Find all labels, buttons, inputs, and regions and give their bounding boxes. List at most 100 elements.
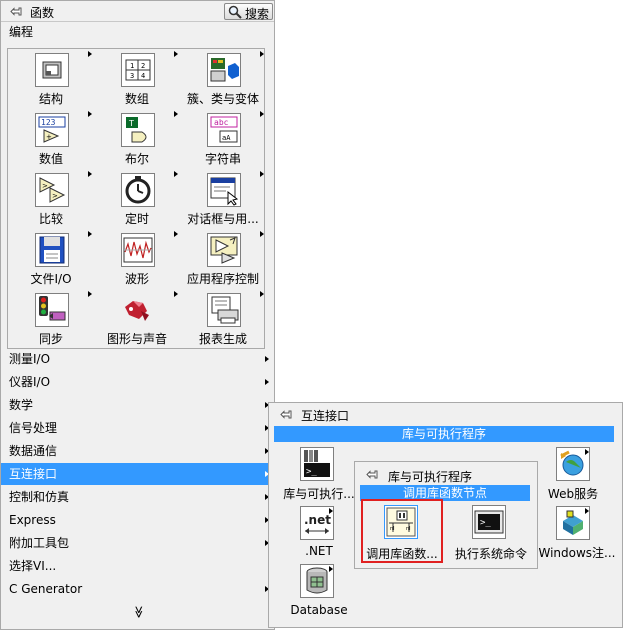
- system-exec-icon[interactable]: >_: [472, 505, 506, 539]
- call-library-function-icon[interactable]: nl nl: [384, 505, 418, 539]
- boolean-icon: T: [121, 113, 155, 147]
- submenu-arrow-icon: [585, 508, 589, 514]
- svg-text:4: 4: [141, 72, 145, 80]
- category-express[interactable]: Express: [1, 509, 274, 531]
- svg-text:.net: .net: [304, 513, 331, 527]
- palette-item-file-io[interactable]: 文件I/O: [8, 229, 94, 289]
- palette-item-comparison[interactable]: > > 比较: [8, 169, 94, 229]
- item-label: 对话框与用...: [187, 212, 259, 226]
- category-instrument-io[interactable]: 仪器I/O: [1, 371, 274, 393]
- synchronization-icon: [35, 293, 69, 327]
- pin-icon[interactable]: [279, 408, 292, 421]
- pin-icon[interactable]: [365, 468, 378, 481]
- palette-item-cluster-class-variant[interactable]: 簇、类与变体: [180, 49, 266, 109]
- submenu-arrow-icon: [88, 111, 92, 117]
- pin-icon[interactable]: [9, 5, 22, 18]
- item-label: 图形与声音: [106, 332, 167, 346]
- report-generation-icon: [207, 293, 241, 327]
- svg-text:abc: abc: [214, 118, 229, 127]
- submenu-arrow-icon: [260, 111, 264, 117]
- svg-text:aA: aA: [222, 134, 231, 142]
- palette-item-array[interactable]: 1234 数组: [94, 49, 180, 109]
- category-label: Express: [9, 513, 56, 527]
- category-programming[interactable]: 编程: [1, 21, 274, 43]
- search-label: 搜索: [245, 7, 270, 21]
- category-addons[interactable]: 附加工具包: [1, 532, 274, 554]
- submenu-arrow-icon: [174, 111, 178, 117]
- submenu-arrow-icon: [260, 171, 264, 177]
- palette-item-timing[interactable]: 定时: [94, 169, 180, 229]
- svg-text:1: 1: [130, 62, 134, 70]
- submenu-arrow-icon: [174, 231, 178, 237]
- item-label: 波形: [124, 272, 149, 286]
- libraries-executables-icon[interactable]: >_: [300, 447, 334, 481]
- category-label: C Generator: [9, 582, 83, 596]
- item-label: 文件I/O: [30, 272, 72, 286]
- submenu-arrow-icon: [88, 51, 92, 57]
- timing-icon: [121, 173, 155, 207]
- category-label: 选择VI...: [9, 559, 57, 573]
- svg-text:>: >: [42, 182, 48, 190]
- palette-item-waveform[interactable]: 波形: [94, 229, 180, 289]
- item-label: 数组: [124, 92, 149, 106]
- graphics-sound-icon: [121, 293, 155, 327]
- submenu-arrow-icon: [329, 566, 333, 572]
- submenu-arrow-icon: [260, 291, 264, 297]
- palette-title: 互连接口: [301, 409, 350, 423]
- palette-item-string[interactable]: abc aA 字符串: [180, 109, 266, 169]
- submenu-arrow-icon: [265, 379, 269, 385]
- comparison-icon: > >: [35, 173, 69, 207]
- item-label: 应用程序控制: [186, 272, 259, 286]
- svg-text:3: 3: [130, 72, 134, 80]
- svg-text:nl: nl: [390, 526, 395, 532]
- category-control-simulation[interactable]: 控制和仿真: [1, 486, 274, 508]
- category-signal-processing[interactable]: 信号处理: [1, 417, 274, 439]
- submenu-arrow-icon: [585, 449, 589, 455]
- category-label: 编程: [9, 25, 34, 39]
- string-icon: abc aA: [207, 113, 241, 147]
- structures-icon: [35, 53, 69, 87]
- category-connectivity[interactable]: 互连接口: [1, 463, 274, 485]
- item-label: 库与可执行...: [283, 487, 355, 501]
- numeric-icon: 123 +: [35, 113, 69, 147]
- category-data-communication[interactable]: 数据通信: [1, 440, 274, 462]
- more-categories-chevron-icon[interactable]: ≫: [132, 604, 146, 620]
- submenu-arrow-icon: [174, 171, 178, 177]
- palette-title: 函数: [30, 6, 55, 20]
- highlighted-item-name: 库与可执行程序: [274, 426, 614, 442]
- svg-text:>_: >_: [480, 518, 491, 528]
- item-label: Web服务: [547, 487, 599, 501]
- svg-text:123: 123: [41, 118, 56, 127]
- waveform-icon: [121, 233, 155, 267]
- palette-item-graphics-sound[interactable]: 图形与声音: [94, 289, 180, 349]
- submenu-arrow-icon: [174, 51, 178, 57]
- submenu-arrow-icon: [174, 291, 178, 297]
- category-c-generator[interactable]: C Generator: [1, 578, 274, 600]
- item-label: 数值: [38, 152, 63, 166]
- category-label: 附加工具包: [9, 536, 70, 550]
- svg-text:>: >: [52, 192, 58, 200]
- submenu-arrow-icon: [88, 231, 92, 237]
- palette-item-app-control[interactable]: 应用程序控制: [180, 229, 266, 289]
- submenu-arrow-icon: [260, 231, 264, 237]
- palette-item-dialog-ui[interactable]: 对话框与用...: [180, 169, 266, 229]
- item-label: 调用库函数...: [366, 547, 438, 561]
- palette-item-structures[interactable]: 结构: [8, 49, 94, 109]
- item-label: Database: [290, 603, 348, 617]
- category-select-vi[interactable]: 选择VI...: [1, 555, 274, 577]
- palette-item-report-generation[interactable]: 报表生成: [180, 289, 266, 349]
- cluster-class-variant-icon: [207, 53, 241, 87]
- palette-item-boolean[interactable]: T 布尔: [94, 109, 180, 169]
- svg-text:+: +: [46, 133, 52, 141]
- category-label: 仪器I/O: [9, 375, 51, 389]
- search-button[interactable]: 搜索: [224, 3, 273, 21]
- category-label: 控制和仿真: [9, 490, 70, 504]
- palette-item-synchronization[interactable]: 同步: [8, 289, 94, 349]
- category-mathematics[interactable]: 数学: [1, 394, 274, 416]
- category-measurement-io[interactable]: 测量I/O: [1, 348, 274, 370]
- file-io-icon: [35, 233, 69, 267]
- item-label: .NET: [305, 544, 333, 558]
- palette-item-numeric[interactable]: 123 + 数值: [8, 109, 94, 169]
- item-label: 报表生成: [198, 332, 247, 346]
- submenu-arrow-icon: [88, 291, 92, 297]
